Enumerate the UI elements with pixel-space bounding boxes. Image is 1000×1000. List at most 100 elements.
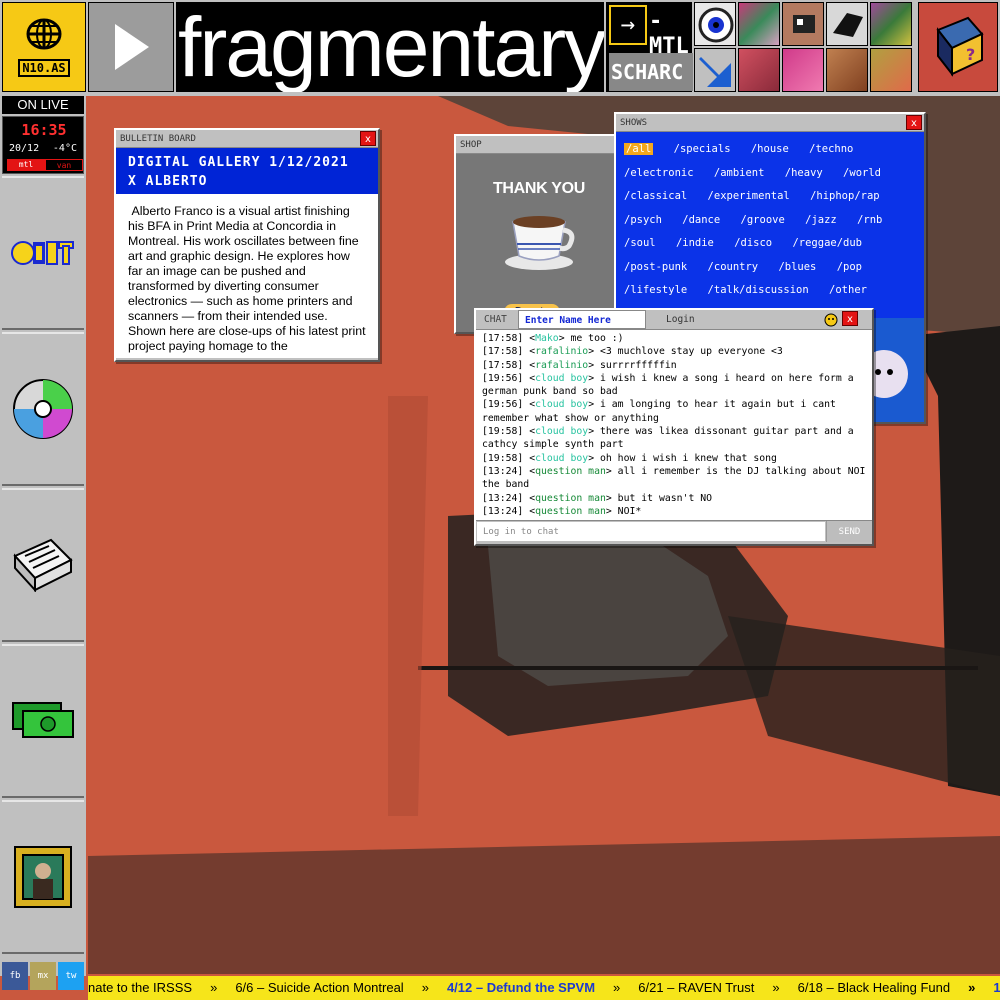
marquee-separator: » <box>210 980 218 995</box>
genre-link[interactable]: /electronic <box>624 167 694 179</box>
genre-link[interactable]: /world <box>843 167 881 179</box>
genre-link[interactable]: /blues <box>778 261 816 273</box>
timezone-mtl[interactable]: mtl <box>7 159 45 171</box>
close-button[interactable]: x <box>906 115 922 130</box>
message-nick[interactable]: cloud boy <box>535 399 588 410</box>
message-nick[interactable]: question man <box>535 506 606 517</box>
genre-link[interactable]: /dance <box>682 214 720 226</box>
genre-link[interactable]: /psych <box>624 214 662 226</box>
sidebar-item-music[interactable] <box>2 332 84 486</box>
emoji-icon[interactable] <box>822 310 840 329</box>
message-time: [19:58] <box>482 426 524 438</box>
pink-thumbnail[interactable] <box>738 48 780 92</box>
genre-link[interactable]: /techno <box>809 143 853 155</box>
arrow-thumbnail[interactable] <box>694 48 736 92</box>
message-nick[interactable]: question man <box>535 493 606 504</box>
chat-tab[interactable]: CHAT <box>476 310 518 329</box>
genre-link[interactable]: /all <box>624 143 654 155</box>
genre-link[interactable]: /heavy <box>785 167 823 179</box>
genre-link[interactable]: /pop <box>837 261 862 273</box>
send-button[interactable]: SEND <box>826 521 872 542</box>
timezone-van[interactable]: van <box>45 159 83 171</box>
message-nick[interactable]: question man <box>535 466 606 477</box>
genre-link[interactable]: /country <box>708 261 759 273</box>
chat-message-input[interactable]: Log in to chat <box>477 522 825 541</box>
marquee-item[interactable]: 6/6 – Suicide Action Montreal <box>235 980 403 995</box>
twitter-link[interactable]: tw <box>58 962 84 990</box>
message-time: [13:24] <box>482 492 524 504</box>
message-nick[interactable]: rafalinio <box>535 360 588 371</box>
marquee-item[interactable]: 6/21 – RAVEN Trust <box>638 980 754 995</box>
name-input[interactable]: Enter Name Here <box>518 310 646 329</box>
genre-link[interactable]: /hiphop/rap <box>810 190 880 202</box>
chat-message: [17:58] <rafalinio> surrrrfffffin <box>482 359 677 371</box>
texture-thumbnail[interactable] <box>826 48 868 92</box>
art-thumbnail[interactable] <box>738 2 780 46</box>
station-logo[interactable]: N10.AS <box>2 2 86 92</box>
mask-thumbnail[interactable] <box>782 2 824 46</box>
close-button[interactable]: x <box>360 131 376 146</box>
genre-link[interactable]: /specials <box>674 143 731 155</box>
genre-link[interactable]: /other <box>829 284 867 296</box>
close-button[interactable]: x <box>842 311 858 326</box>
marquee-separator: » <box>968 980 976 995</box>
genre-link[interactable]: /house <box>751 143 789 155</box>
message-text: surrrrfffffin <box>599 359 677 371</box>
genre-link[interactable]: /ambient <box>714 167 765 179</box>
genre-link[interactable]: /lifestyle <box>624 284 687 296</box>
chat-message: [13:24] <question man> all i remember is… <box>482 465 866 491</box>
chat-log: [17:58] <Mako> me too :) [17:58] <rafalin… <box>476 330 872 520</box>
genre-link[interactable]: /classical <box>624 190 687 202</box>
marquee-item[interactable]: 6/18 – Black Healing Fund <box>798 980 950 995</box>
ticker-bottom-text: SCHARC <box>609 53 693 91</box>
sidebar-item-chat[interactable] <box>2 176 84 330</box>
logo-thumbnail[interactable] <box>826 2 868 46</box>
window-titlebar[interactable]: BULLETIN BOARD x <box>116 130 378 148</box>
on-live-label: ON LIVE <box>2 96 84 114</box>
message-text: oh how i wish i knew that song <box>599 452 777 464</box>
message-nick[interactable]: cloud boy <box>535 373 588 384</box>
message-nick[interactable]: rafalinio <box>535 346 588 357</box>
play-button[interactable] <box>88 2 174 92</box>
genre-link[interactable]: /talk/discussion <box>708 284 809 296</box>
message-text: but it wasn't NO <box>617 492 713 504</box>
genre-link[interactable]: /soul <box>624 237 656 249</box>
message-nick[interactable]: cloud boy <box>535 426 588 437</box>
play-icon <box>115 24 149 70</box>
genre-link[interactable]: /indie <box>676 237 714 249</box>
message-time: [19:56] <box>482 372 524 384</box>
newspaper-icon <box>13 538 73 592</box>
window-titlebar[interactable]: SHOWS x <box>616 114 924 132</box>
marquee-item[interactable]: 10/11 – N10.AS PAT <box>993 980 1000 995</box>
chat-message: [13:24] <question man> NOI* <box>482 505 642 517</box>
genre-link[interactable]: /post-punk <box>624 261 687 273</box>
thank-you-text: THANK YOU <box>492 180 586 197</box>
marquee-item[interactable]: 4/12 – Defund the SPVM <box>447 980 595 995</box>
chat-toolbar: CHAT Enter Name Here Login x <box>476 310 872 330</box>
sidebar-item-news[interactable] <box>2 488 84 642</box>
marquee-separator: » <box>421 980 429 995</box>
sidebar-item-donate[interactable] <box>2 644 84 798</box>
help-book-icon[interactable]: ? <box>918 2 998 92</box>
genre-link[interactable]: /experimental <box>708 190 790 202</box>
device-thumbnail[interactable] <box>870 48 912 92</box>
eye-thumbnail[interactable] <box>694 2 736 46</box>
genre-link[interactable]: /jazz <box>805 214 837 226</box>
message-nick[interactable]: cloud boy <box>535 453 588 464</box>
mixcloud-link[interactable]: mx <box>30 962 56 990</box>
ticker-text: -MTL <box>649 9 689 59</box>
genre-list: /all /specials /house /techno /electroni… <box>616 132 924 320</box>
shop-body: THANK YOU Donate <box>456 154 622 332</box>
sidebar-item-gallery[interactable] <box>2 800 84 954</box>
facebook-link[interactable]: fb <box>2 962 28 990</box>
genre-link[interactable]: /rnb <box>857 214 882 226</box>
marquee-item[interactable]: nate to the IRSSS <box>88 980 192 995</box>
flyer-thumbnail[interactable] <box>782 48 824 92</box>
genre-link[interactable]: /reggae/dub <box>792 237 862 249</box>
genre-link[interactable]: /groove <box>741 214 785 226</box>
message-nick[interactable]: Mako <box>535 333 559 344</box>
collage-thumbnail[interactable] <box>870 2 912 46</box>
genre-link[interactable]: /disco <box>734 237 772 249</box>
login-button[interactable]: Login <box>646 310 822 329</box>
window-titlebar[interactable]: SHOP <box>456 136 622 154</box>
